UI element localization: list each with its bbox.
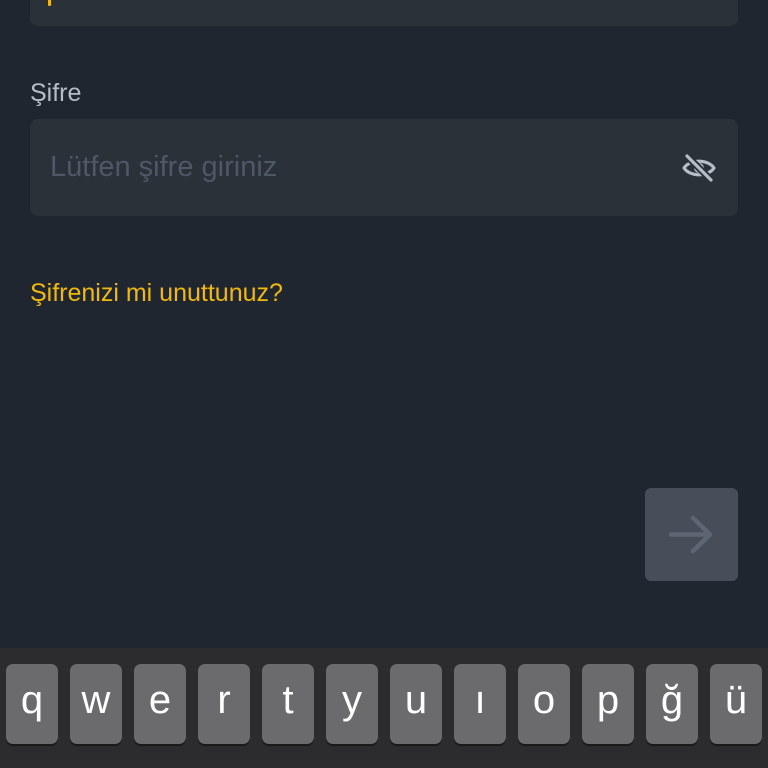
password-input[interactable] (30, 119, 670, 216)
key-r[interactable]: r (198, 664, 250, 744)
password-field[interactable] (30, 119, 738, 216)
key-q[interactable]: q (6, 664, 58, 744)
key-u-umlaut[interactable]: ü (710, 664, 762, 744)
key-u[interactable]: u (390, 664, 442, 744)
virtual-keyboard: q w e r t y u ı o p ğ ü (0, 648, 768, 768)
submit-button[interactable] (645, 488, 738, 581)
key-dotless-i[interactable]: ı (454, 664, 506, 744)
key-e[interactable]: e (134, 664, 186, 744)
eye-off-icon[interactable] (680, 149, 718, 187)
keyboard-row-1: q w e r t y u ı o p ğ ü (6, 664, 762, 744)
key-t[interactable]: t (262, 664, 314, 744)
login-screen: Şifre Şifrenizi mi unuttunuz? q w e r t … (0, 0, 768, 768)
account-input-field[interactable] (30, 0, 738, 26)
password-label: Şifre (30, 79, 82, 107)
key-p[interactable]: p (582, 664, 634, 744)
arrow-right-icon (669, 515, 713, 554)
forgot-password-link[interactable]: Şifrenizi mi unuttunuz? (30, 278, 283, 308)
text-cursor (48, 0, 51, 6)
key-g-breve[interactable]: ğ (646, 664, 698, 744)
key-y[interactable]: y (326, 664, 378, 744)
key-w[interactable]: w (70, 664, 122, 744)
key-o[interactable]: o (518, 664, 570, 744)
